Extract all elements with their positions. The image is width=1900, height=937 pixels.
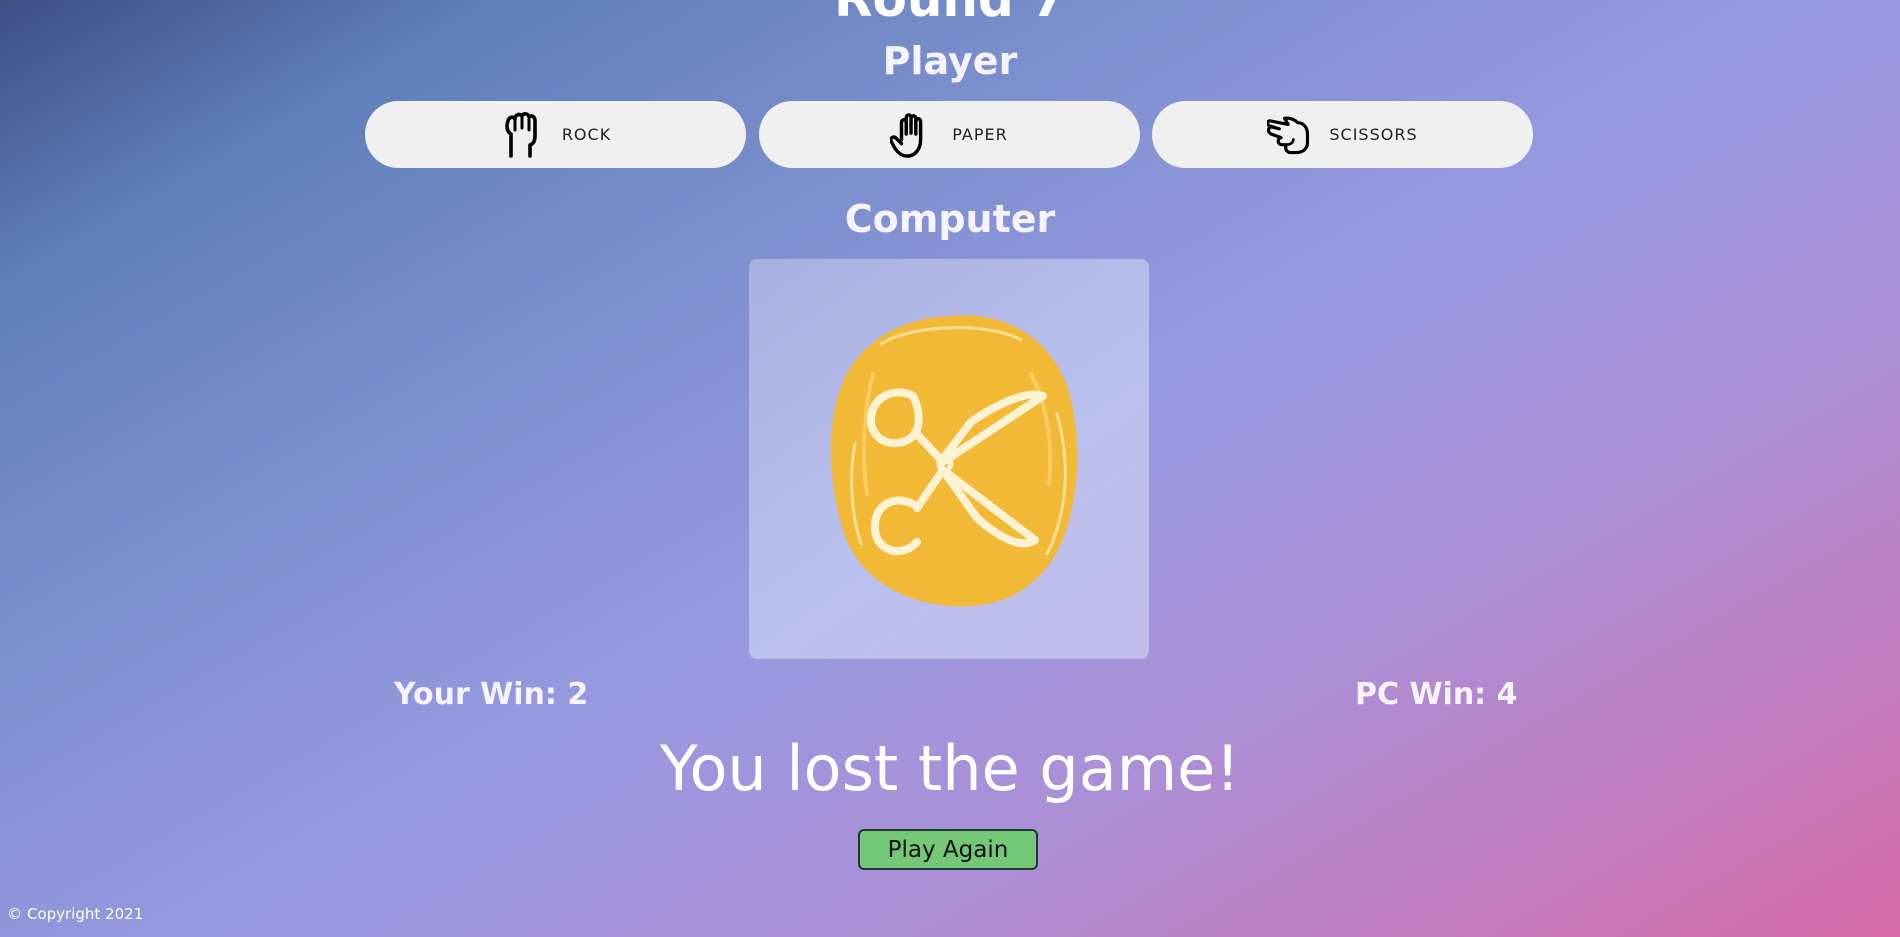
scissors-button[interactable]: SCISSORS — [1152, 101, 1533, 168]
pc-score: PC Win: 4 — [1355, 677, 1518, 712]
scissors-icon — [830, 315, 1078, 607]
computer-choice-panel — [749, 259, 1149, 659]
round-title: Round 7 — [0, 0, 1900, 24]
player-choices: ROCK PAPER SCISSORS — [365, 101, 1533, 168]
copyright: © Copyright 2021 — [7, 905, 143, 923]
computer-heading: Computer — [844, 197, 1056, 241]
rock-button[interactable]: ROCK — [365, 101, 746, 168]
play-again-button[interactable]: Play Again — [858, 829, 1038, 870]
scissors-hand-icon — [1267, 110, 1311, 160]
result-message: You lost the game! — [659, 732, 1241, 805]
player-score: Your Win: 2 — [394, 677, 589, 712]
player-heading: Player — [882, 39, 1018, 83]
paper-hand-icon — [890, 110, 934, 160]
rock-label: ROCK — [561, 125, 612, 144]
copyright-symbol: © — [7, 905, 22, 923]
paper-button[interactable]: PAPER — [758, 101, 1140, 168]
scissors-label: SCISSORS — [1329, 125, 1418, 144]
rock-fist-icon — [500, 110, 544, 160]
paper-label: PAPER — [952, 125, 1008, 144]
copyright-text: Copyright 2021 — [27, 905, 144, 923]
